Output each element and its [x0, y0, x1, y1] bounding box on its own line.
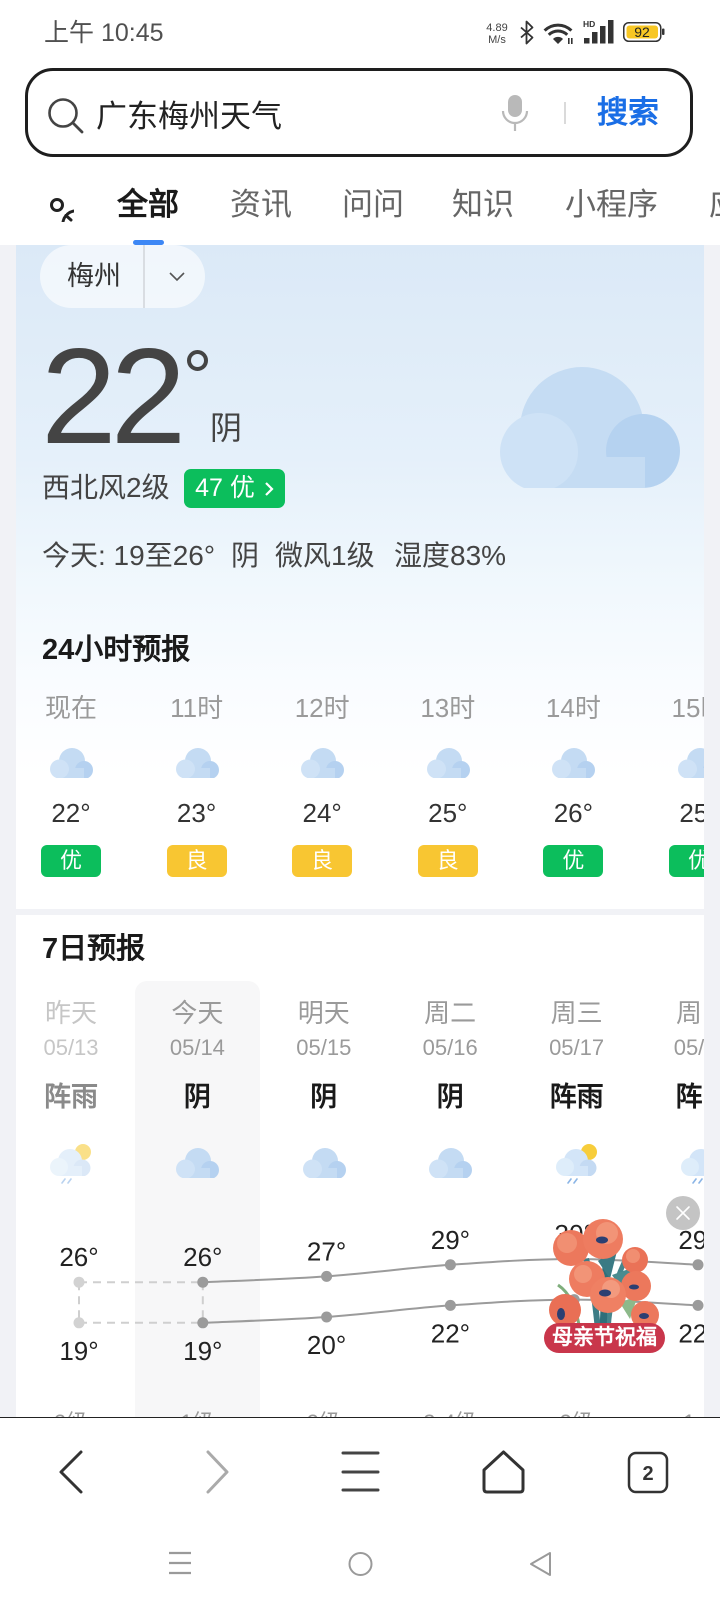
status-bar: 上午 10:45 4.89 M/s HD 92: [0, 0, 720, 60]
recent-apps-icon: [169, 1551, 191, 1574]
tab-mini-programs[interactable]: 小程序: [565, 189, 658, 221]
high-temp-label: 26°: [59, 1242, 98, 1272]
mothers-day-flowers-image[interactable]: [540, 1215, 665, 1330]
hour-temperature: 24°: [302, 798, 342, 828]
cloudy-icon: [425, 742, 471, 784]
system-home-button[interactable]: [348, 1551, 373, 1576]
high-temp-label: 27°: [307, 1236, 346, 1266]
hourly-forecast-item: 11时 23° 良: [147, 245, 247, 909]
mothers-day-greeting-button[interactable]: 母亲节祝福: [544, 1323, 665, 1353]
weather-content: 梅州 22 阴 西北风2级 47 优 今天: 19至26° 阴 微风1级 湿度8…: [0, 245, 720, 1417]
tab-ask[interactable]: 问问: [342, 189, 404, 221]
low-temp-dot: [692, 1299, 704, 1311]
hour-label: 15时: [671, 693, 704, 723]
cloudy-icon: [174, 742, 220, 784]
high-temp-dot: [692, 1259, 704, 1271]
low-temp-dot: [73, 1317, 85, 1329]
high-temp-dot: [73, 1276, 85, 1288]
close-icon: [676, 1206, 690, 1220]
hour-label: 11时: [170, 693, 224, 723]
hourly-forecast-item: 13时 25° 良: [398, 245, 498, 909]
city-selector-divider: [143, 245, 145, 308]
back-triangle-icon: [530, 1551, 551, 1576]
high-temp-dot: [444, 1259, 456, 1271]
signal-icon: HD: [583, 19, 614, 44]
search-button[interactable]: 搜索: [597, 95, 659, 131]
system-recent-apps-button[interactable]: [169, 1551, 191, 1574]
search-box[interactable]: 搜索: [25, 68, 693, 157]
high-temp-label: 26°: [183, 1242, 222, 1272]
low-temp-label: 22°: [431, 1318, 470, 1348]
tab-knowledge[interactable]: 知识: [452, 189, 514, 221]
bluetooth-icon: [520, 20, 534, 45]
tab-all[interactable]: 全部: [117, 189, 179, 221]
wifi-icon: [543, 23, 573, 44]
hour-aqi-badge: 优: [669, 845, 704, 877]
hourly-forecast-item: 14时 26° 优: [523, 245, 623, 909]
ad-close-button[interactable]: [666, 1196, 700, 1230]
hour-label: 13时: [420, 693, 476, 723]
system-back-button[interactable]: [530, 1551, 551, 1576]
cloudy-icon: [48, 742, 94, 784]
hour-aqi-badge: 良: [166, 845, 227, 877]
cloudy-icon: [676, 742, 704, 784]
low-temp-label: 19°: [183, 1336, 222, 1366]
high-temp-dot: [197, 1276, 209, 1288]
hour-temperature: 23°: [176, 798, 217, 828]
hour-aqi-badge: 优: [41, 845, 101, 877]
hour-aqi-badge: 优: [543, 845, 604, 877]
hour-aqi-badge: 良: [292, 845, 353, 877]
battery-level: 92: [634, 24, 650, 40]
battery-icon: 92: [623, 22, 665, 42]
low-temp-label: 20°: [307, 1330, 346, 1360]
search-input[interactable]: [96, 93, 486, 133]
back-button[interactable]: [45, 1442, 97, 1502]
toolbar-icons: 2: [45, 1442, 669, 1576]
low-temp-label: 19°: [59, 1336, 98, 1366]
cloudy-icon: [550, 742, 596, 784]
search-icon[interactable]: [46, 97, 86, 137]
cloudy-icon: [299, 742, 345, 784]
hour-label: 现在: [44, 693, 97, 723]
hour-label: 12时: [294, 693, 350, 723]
forward-button[interactable]: [190, 1442, 242, 1502]
hour-temperature: 25°: [428, 798, 468, 828]
high-temp-dot: [321, 1270, 333, 1282]
status-icons: HD 92: [520, 19, 665, 45]
hourly-forecast-item: 12时 24° 良: [272, 245, 372, 909]
low-temp-dot: [444, 1299, 456, 1311]
tab-apps[interactable]: 应: [709, 189, 720, 221]
hourly-forecast-item: 现在 22° 优: [21, 245, 121, 909]
current-weather-card: 梅州 22 阴 西北风2级 47 优 今天: 19至26° 阴 微风1级 湿度8…: [16, 245, 704, 909]
home-circle-icon: [348, 1551, 373, 1576]
hourly-forecast-item: 15时 25° 优: [649, 245, 704, 909]
scan-search-icon[interactable]: [40, 188, 74, 222]
signal-hd-label: HD: [583, 19, 595, 29]
browser-toolbar: 2: [0, 1417, 720, 1600]
high-temp-label: 29°: [431, 1225, 470, 1255]
microphone-icon[interactable]: [500, 95, 530, 133]
low-temp-dot: [197, 1317, 209, 1329]
hour-temperature: 22°: [51, 798, 91, 828]
tabs-button[interactable]: 2: [627, 1451, 669, 1493]
search-divider: [564, 102, 566, 124]
low-temp-dot: [321, 1311, 333, 1323]
hour-temperature: 25°: [679, 798, 704, 828]
tab-news[interactable]: 资讯: [230, 189, 292, 221]
daily-forecast-card: 7日预报 昨天 05/13 阵雨 2级 今天 05/14 阴 1级 明天 05/…: [16, 915, 704, 1417]
home-button[interactable]: [474, 1442, 534, 1502]
hour-temperature: 26°: [553, 798, 594, 828]
menu-button[interactable]: [332, 1442, 388, 1502]
tab-count: 2: [642, 1463, 653, 1485]
hour-aqi-badge: 良: [417, 845, 478, 877]
low-temp-label: 22°: [678, 1318, 704, 1348]
hour-label: 14时: [545, 693, 601, 723]
